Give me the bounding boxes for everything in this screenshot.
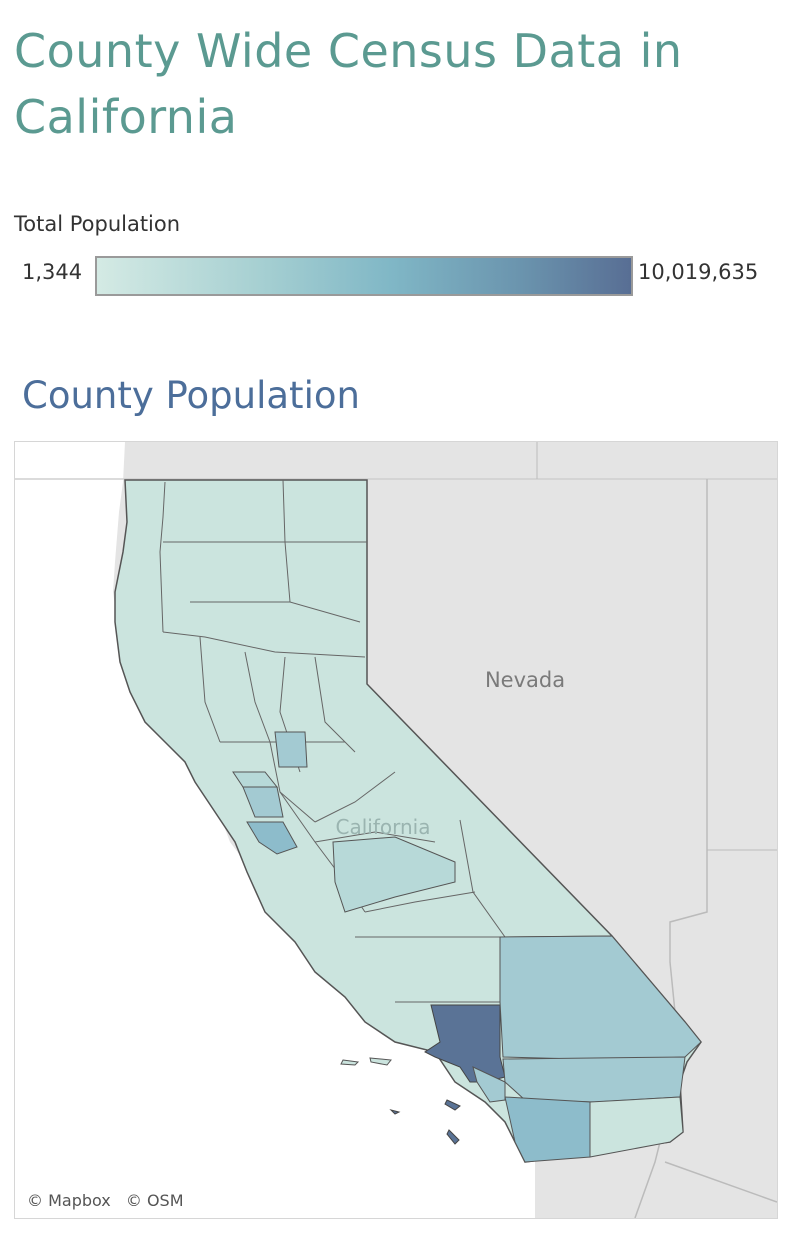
california-label: California [336,815,431,839]
map-attribution: © Mapbox © OSM [23,1189,198,1212]
page-title: County Wide Census Data in California [14,24,683,144]
basemap: Nevada California [15,442,777,1218]
mapbox-attribution[interactable]: © Mapbox [27,1191,111,1210]
legend-min-label: 1,344 [22,260,83,284]
sacramento-county[interactable] [274,731,308,768]
legend-title: Total Population [14,212,181,236]
map-title: County Population [22,374,360,417]
map-view[interactable]: Nevada California © Mapbox © OSM [14,441,778,1219]
legend-color-ramp [95,256,633,296]
osm-attribution[interactable]: © OSM [126,1191,184,1210]
riverside-county[interactable] [502,1056,686,1103]
nevada-label: Nevada [485,668,565,692]
legend-max-label: 10,019,635 [638,260,759,284]
